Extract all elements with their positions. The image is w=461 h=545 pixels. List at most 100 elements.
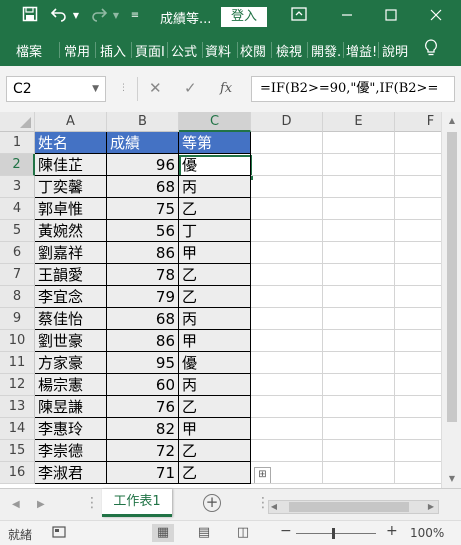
tab-help[interactable]: 說明 xyxy=(382,41,408,60)
table-cell[interactable] xyxy=(395,198,441,220)
table-cell[interactable] xyxy=(323,418,395,440)
row-header[interactable]: 12 xyxy=(0,374,35,396)
score-cell[interactable]: 75 xyxy=(107,198,179,220)
score-cell[interactable]: 71 xyxy=(107,462,179,484)
score-cell[interactable]: 78 xyxy=(107,264,179,286)
tab-page-layout[interactable]: 頁面I xyxy=(135,41,165,60)
name-cell[interactable]: 劉世豪 xyxy=(35,330,107,352)
table-cell[interactable] xyxy=(251,352,323,374)
table-cell[interactable] xyxy=(251,418,323,440)
table-cell[interactable] xyxy=(395,286,441,308)
row-header[interactable]: 8 xyxy=(0,286,35,308)
table-cell[interactable] xyxy=(323,198,395,220)
sheet-next-icon[interactable]: ▶ xyxy=(37,499,45,510)
name-cell[interactable]: 李惠玲 xyxy=(35,418,107,440)
table-cell[interactable] xyxy=(251,264,323,286)
undo-dropdown-icon[interactable]: ▼ xyxy=(70,6,82,26)
vertical-scroll-thumb[interactable] xyxy=(447,132,457,422)
row-header[interactable]: 10 xyxy=(0,330,35,352)
name-cell[interactable]: 劉嘉祥 xyxy=(35,242,107,264)
name-cell[interactable]: 郭卓惟 xyxy=(35,198,107,220)
table-cell[interactable] xyxy=(251,132,323,154)
normal-view-icon[interactable]: ▦ xyxy=(152,524,174,542)
name-cell[interactable]: 方家豪 xyxy=(35,352,107,374)
table-cell[interactable] xyxy=(323,308,395,330)
score-cell[interactable]: 79 xyxy=(107,286,179,308)
table-cell[interactable] xyxy=(251,330,323,352)
table-cell[interactable] xyxy=(395,242,441,264)
tab-review[interactable]: 校閱 xyxy=(240,41,266,60)
add-sheet-icon[interactable]: + xyxy=(203,494,221,512)
page-break-view-icon[interactable]: ◫ xyxy=(232,524,254,542)
redo-icon[interactable] xyxy=(88,6,110,26)
page-layout-view-icon[interactable]: ▤ xyxy=(193,524,215,542)
vertical-scrollbar[interactable]: ▲ ▼ xyxy=(441,112,461,488)
customize-icon[interactable]: ≡ xyxy=(128,6,142,26)
tab-insert[interactable]: 插入 xyxy=(100,41,126,60)
save-icon[interactable] xyxy=(20,6,40,26)
zoom-in-button[interactable]: + xyxy=(386,523,398,539)
row-header[interactable]: 6 xyxy=(0,242,35,264)
row-header[interactable]: 2 xyxy=(0,154,35,176)
name-cell[interactable]: 黃婉然 xyxy=(35,220,107,242)
score-cell[interactable]: 95 xyxy=(107,352,179,374)
horizontal-scroll-thumb[interactable] xyxy=(289,502,409,512)
table-cell[interactable] xyxy=(251,176,323,198)
grade-cell[interactable]: 丙 xyxy=(179,176,251,198)
macro-record-icon[interactable] xyxy=(52,525,66,542)
column-header-d[interactable]: D xyxy=(251,112,323,132)
score-cell[interactable]: 56 xyxy=(107,220,179,242)
table-cell[interactable] xyxy=(395,220,441,242)
ribbon-display-icon[interactable] xyxy=(289,6,309,26)
table-cell[interactable] xyxy=(323,220,395,242)
table-cell[interactable] xyxy=(323,132,395,154)
insert-function-icon[interactable]: fx xyxy=(220,81,232,96)
row-header[interactable]: 11 xyxy=(0,352,35,374)
table-cell[interactable] xyxy=(251,308,323,330)
enter-icon[interactable]: ✓ xyxy=(184,79,197,97)
scroll-down-icon[interactable]: ▼ xyxy=(442,474,461,483)
cancel-icon[interactable]: ✕ xyxy=(149,79,162,97)
table-cell[interactable] xyxy=(323,352,395,374)
chevron-down-icon[interactable]: ▼ xyxy=(92,77,99,101)
tab-addins[interactable]: 增益! xyxy=(346,41,377,60)
zoom-level[interactable]: 100% xyxy=(410,526,444,540)
table-cell[interactable] xyxy=(323,154,395,176)
horizontal-scrollbar[interactable]: ◀ ▶ xyxy=(268,500,439,514)
grade-cell[interactable]: 乙 xyxy=(179,198,251,220)
row-header[interactable]: 4 xyxy=(0,198,35,220)
grade-cell[interactable]: 甲 xyxy=(179,330,251,352)
header-cell[interactable]: 等第 xyxy=(179,132,251,154)
score-cell[interactable]: 86 xyxy=(107,242,179,264)
table-cell[interactable] xyxy=(323,396,395,418)
row-header[interactable]: 13 xyxy=(0,396,35,418)
worksheet-grid[interactable]: A B C D E F ⊞ 1 姓名 成績 等第 2 陳佳芷 96 優 3 丁奕馨 68 丙 4 郭卓惟 7… xyxy=(0,112,441,488)
name-cell[interactable]: 蔡佳怡 xyxy=(35,308,107,330)
scroll-right-icon[interactable]: ▶ xyxy=(424,502,438,511)
grade-cell[interactable]: 優 xyxy=(179,154,251,176)
table-cell[interactable] xyxy=(395,308,441,330)
tab-drag-icon[interactable]: ⋮ xyxy=(85,495,99,511)
table-cell[interactable] xyxy=(395,176,441,198)
table-cell[interactable] xyxy=(251,462,323,484)
tab-data[interactable]: 資料 xyxy=(205,41,231,60)
column-header-c[interactable]: C xyxy=(179,112,251,132)
score-cell[interactable]: 96 xyxy=(107,154,179,176)
zoom-slider-knob[interactable] xyxy=(332,528,335,539)
table-cell[interactable] xyxy=(395,374,441,396)
score-cell[interactable]: 86 xyxy=(107,330,179,352)
name-cell[interactable]: 李宜念 xyxy=(35,286,107,308)
name-cell[interactable]: 王韻愛 xyxy=(35,264,107,286)
table-cell[interactable] xyxy=(251,374,323,396)
maximize-icon[interactable] xyxy=(381,6,401,26)
row-header[interactable]: 7 xyxy=(0,264,35,286)
header-cell[interactable]: 成績 xyxy=(107,132,179,154)
row-header[interactable]: 5 xyxy=(0,220,35,242)
table-cell[interactable] xyxy=(323,286,395,308)
zoom-out-button[interactable]: − xyxy=(280,523,292,539)
grade-cell[interactable]: 丙 xyxy=(179,374,251,396)
header-cell[interactable]: 姓名 xyxy=(35,132,107,154)
table-cell[interactable] xyxy=(251,396,323,418)
sheet-tab-1[interactable]: 工作表1 xyxy=(102,489,172,517)
table-cell[interactable] xyxy=(395,396,441,418)
